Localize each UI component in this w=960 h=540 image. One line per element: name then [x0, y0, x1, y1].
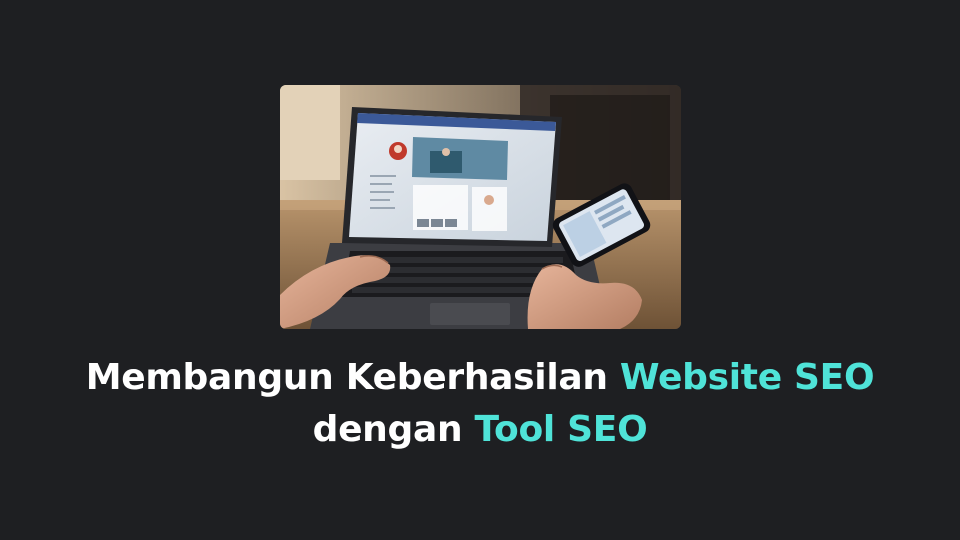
headline-line1-text: Membangun Keberhasilan	[85, 357, 620, 398]
headline-line2-text: dengan	[312, 409, 475, 450]
hero-photo-laptop-phone	[280, 85, 681, 329]
headline-title: Membangun Keberhasilan Website SEO denga…	[0, 352, 960, 456]
headline-line2-accent: Tool SEO	[474, 409, 648, 450]
headline-line1-accent: Website SEO	[619, 357, 875, 398]
